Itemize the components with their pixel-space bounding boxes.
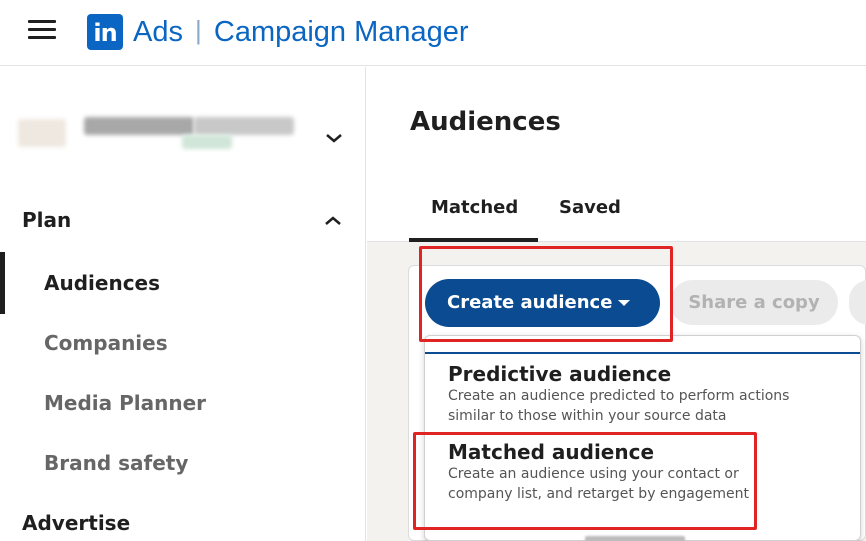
option-description: Create an audience using your contact or	[448, 466, 739, 482]
top-bar: in Ads | Campaign Manager	[0, 0, 866, 66]
sidebar: Plan Audiences Companies Media Planner B…	[0, 67, 366, 541]
option-title: Predictive audience	[448, 362, 672, 386]
active-indicator	[0, 252, 5, 314]
chevron-down-icon[interactable]	[324, 131, 344, 145]
option-title: Matched audience	[448, 440, 655, 464]
sidebar-item-media-planner[interactable]: Media Planner	[44, 391, 206, 415]
create-audience-button[interactable]: Create audience	[425, 279, 660, 327]
share-copy-button[interactable]: Share a copy	[670, 280, 838, 325]
option-predictive-audience[interactable]: Predictive audience Create an audience p…	[425, 362, 860, 426]
tab-matched[interactable]: Matched	[431, 197, 518, 218]
option-description: Create an audience predicted to perform …	[448, 388, 790, 404]
linkedin-logo-icon[interactable]: in	[87, 14, 123, 50]
section-plan[interactable]: Plan	[22, 208, 71, 232]
app-name: Campaign Manager	[213, 16, 469, 48]
sidebar-item-companies[interactable]: Companies	[44, 331, 168, 355]
page-title: Audiences	[410, 107, 561, 137]
product-name: Ads	[133, 16, 183, 48]
account-selector[interactable]	[14, 105, 342, 149]
account-name-redacted	[84, 117, 194, 135]
create-audience-label: Create audience	[447, 292, 613, 313]
section-advertise[interactable]: Advertise	[22, 511, 130, 535]
caret-down-icon	[618, 300, 630, 306]
app-title: Ads | Campaign Manager	[133, 14, 469, 50]
option-description: similar to those within your source data	[448, 408, 727, 424]
sidebar-item-brand-safety[interactable]: Brand safety	[44, 451, 188, 475]
option-matched-audience[interactable]: Matched audience Create an audience usin…	[425, 440, 860, 504]
sidebar-item-audiences[interactable]: Audiences	[44, 271, 160, 295]
create-audience-dropdown: Predictive audience Create an audience p…	[424, 335, 861, 541]
account-avatar-redacted	[18, 119, 66, 147]
tab-saved[interactable]: Saved	[559, 197, 621, 218]
title-separator: |	[195, 15, 202, 45]
main-content: Audiences Matched Saved Create audience …	[367, 67, 866, 541]
dropdown-accent	[425, 336, 860, 354]
option-description: company list, and retarget by engagement	[448, 486, 749, 502]
account-name-redacted-2	[194, 117, 294, 135]
chevron-up-icon[interactable]	[323, 214, 343, 228]
account-tag-redacted	[182, 135, 232, 149]
table-row-redacted	[585, 536, 685, 541]
menu-icon[interactable]	[28, 20, 58, 42]
